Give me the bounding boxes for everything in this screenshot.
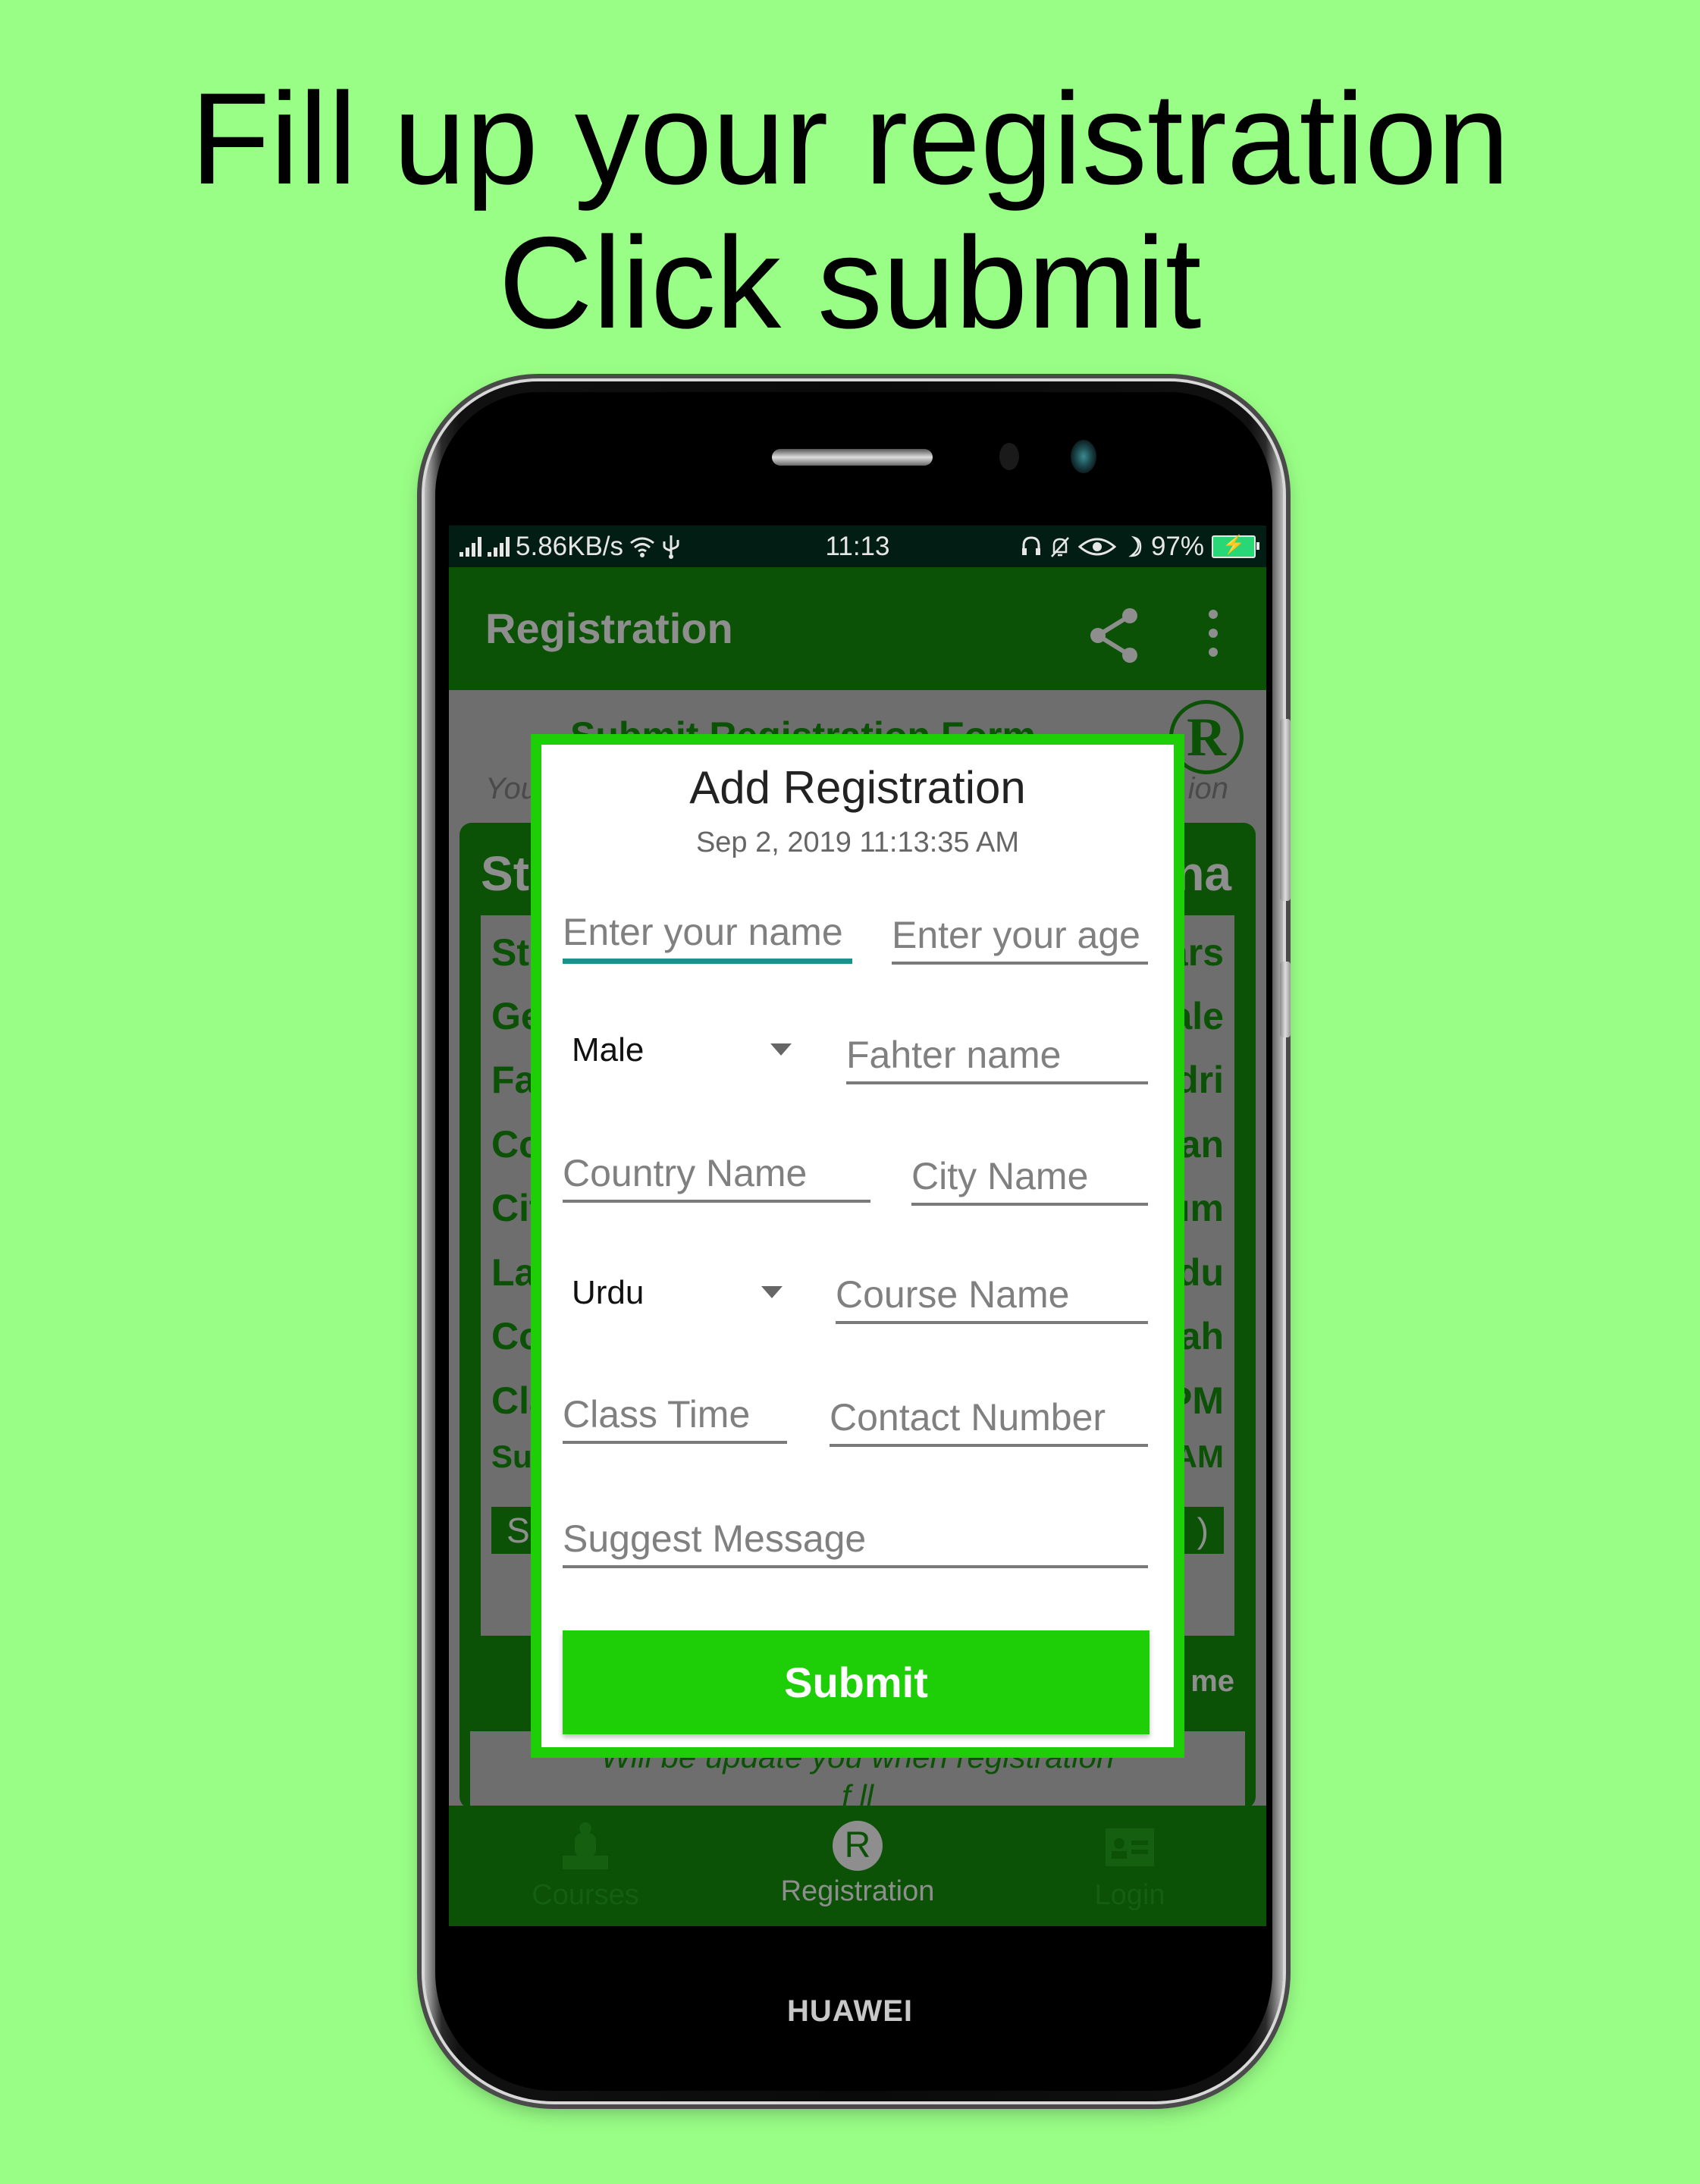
gender-spinner[interactable]: Male <box>572 1031 799 1069</box>
dialog-title: Add Registration <box>689 762 1026 813</box>
app-bar: Registration <box>449 567 1266 690</box>
battery-percent: 97% <box>1150 532 1204 561</box>
nav-label-courses: Courses <box>532 1879 639 1911</box>
front-camera <box>1071 440 1096 473</box>
power-button <box>1280 962 1291 1037</box>
eye-icon <box>1077 538 1116 556</box>
age-input[interactable]: Enter your age <box>892 913 1148 965</box>
brand-logo: HUAWEI <box>787 1994 913 2028</box>
subtitle-right: ion <box>1187 772 1228 805</box>
contact-number-input[interactable]: Contact Number <box>830 1395 1148 1447</box>
bell-muted-icon <box>1050 537 1069 557</box>
headline-line-1: Fill up your registration <box>190 66 1510 212</box>
nav-label-login: Login <box>1094 1879 1165 1911</box>
gender-selected: Male <box>572 1031 645 1068</box>
course-name-input[interactable]: Course Name <box>836 1272 1148 1324</box>
add-registration-dialog: Add Registration Sep 2, 2019 11:13:35 AM… <box>531 734 1184 1758</box>
moon-icon <box>1128 535 1142 557</box>
earpiece-speaker <box>772 449 933 466</box>
volume-button <box>1280 719 1291 901</box>
subtitle-left: You <box>485 772 538 805</box>
chevron-down-icon <box>761 1286 783 1298</box>
country-name-input[interactable]: Country Name <box>563 1151 870 1203</box>
chevron-down-icon <box>770 1043 792 1056</box>
status-bar: 5.86KB/s 11:13 97% ⚡ <box>449 526 1266 567</box>
share-icon[interactable] <box>1084 605 1145 666</box>
submit-button[interactable]: Submit <box>563 1630 1150 1734</box>
language-selected: Urdu <box>572 1274 645 1311</box>
nav-item-registration[interactable]: R Registration <box>744 1821 971 1908</box>
login-card-icon <box>1106 1828 1154 1866</box>
proximity-sensor <box>999 443 1019 470</box>
battery-charging-icon: ⚡ <box>1212 535 1259 558</box>
name-input[interactable]: Enter your name <box>563 910 852 964</box>
app-bar-title: Registration <box>485 604 733 652</box>
card-title-left: St <box>481 846 529 901</box>
more-vert-icon[interactable] <box>1206 607 1221 660</box>
city-name-input[interactable]: City Name <box>911 1154 1148 1206</box>
dialog-datetime: Sep 2, 2019 11:13:35 AM <box>695 827 1020 858</box>
nav-item-login[interactable]: Login <box>1016 1821 1244 1912</box>
headline-line-2: Click submit <box>498 210 1202 356</box>
dialog-body: Add Registration Sep 2, 2019 11:13:35 AM… <box>541 745 1174 1747</box>
nav-label-registration: Registration <box>780 1875 935 1907</box>
headset-icon <box>1021 536 1040 555</box>
language-spinner[interactable]: Urdu <box>572 1274 799 1312</box>
courses-icon <box>563 1822 608 1869</box>
nav-item-courses[interactable]: Courses <box>472 1821 699 1912</box>
suggest-message-input[interactable]: Suggest Message <box>563 1517 1148 1568</box>
bottom-navigation: Courses R Registration Login <box>449 1806 1266 1926</box>
class-time-input[interactable]: Class Time <box>563 1392 787 1444</box>
registration-icon: R <box>833 1821 883 1871</box>
card-footer-text: me <box>1190 1665 1234 1698</box>
father-name-input[interactable]: Fahter name <box>846 1033 1148 1084</box>
